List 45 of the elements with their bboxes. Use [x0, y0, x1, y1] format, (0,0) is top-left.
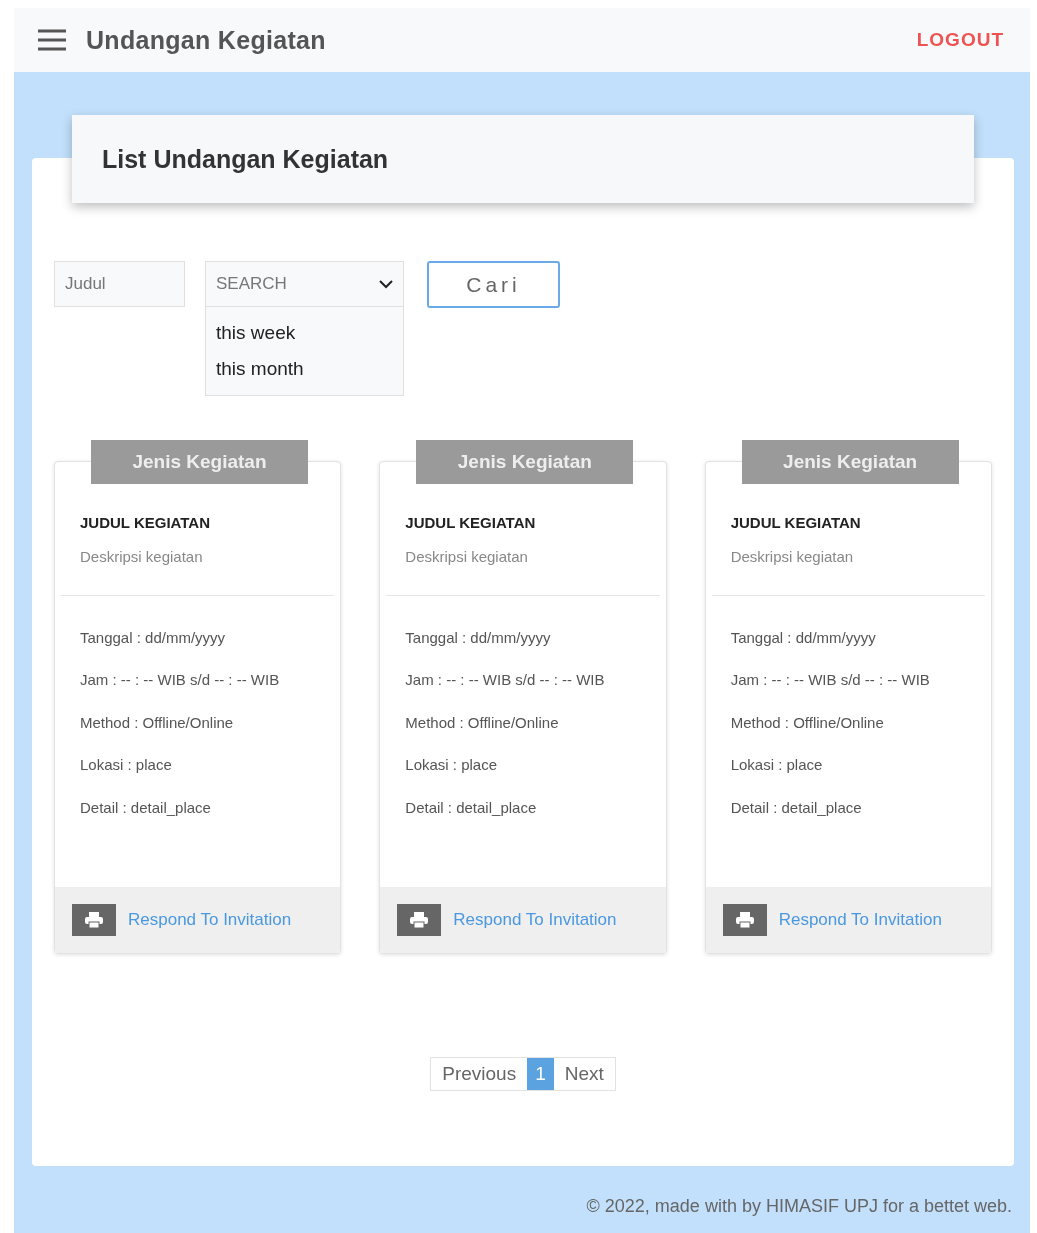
search-button[interactable]: Cari — [427, 261, 560, 308]
event-detail: Lokasi : place — [80, 755, 173, 776]
print-button[interactable] — [722, 904, 767, 936]
app-title: Undangan Kegiatan — [86, 25, 327, 55]
printer-icon — [409, 911, 430, 929]
respond-link[interactable]: Respond To Invitation — [778, 910, 942, 930]
chevron-down-icon — [379, 279, 393, 289]
event-title: JUDUL KEGIATAN — [405, 514, 537, 531]
title-input-field[interactable]: Judul — [54, 261, 185, 307]
event-detail: Method : Offline/Online — [730, 712, 885, 733]
event-description: Deskripsi kegiatan — [730, 548, 855, 565]
menu-icon[interactable] — [38, 29, 66, 51]
event-detail: Detail : detail_place — [405, 797, 538, 818]
respond-link[interactable]: Respond To Invitation — [453, 910, 617, 930]
event-detail: Detail : detail_place — [80, 797, 212, 818]
event-detail: Jam : -- : -- WIB s/d -- : -- WIB — [80, 670, 281, 691]
event-description: Deskripsi kegiatan — [405, 548, 529, 565]
event-detail: Detail : detail_place — [730, 797, 863, 818]
print-button[interactable] — [397, 904, 442, 936]
category-label: Jenis Kegiatan — [91, 440, 308, 484]
page-link[interactable]: 1 — [527, 1058, 554, 1090]
footer-text: © 2022, made with by HIMASIF UPJ for a bettet web. — [585, 1195, 1013, 1217]
event-title: JUDUL KEGIATAN — [730, 514, 862, 531]
printer-icon — [734, 911, 755, 929]
respond-link[interactable]: Respond To Invitation — [128, 910, 292, 930]
event-detail: Method : Offline/Online — [80, 712, 235, 733]
category-label: Jenis Kegiatan — [416, 440, 634, 484]
event-detail: Tanggal : dd/mm/yyyy — [80, 627, 227, 648]
period-select[interactable]: SEARCH — [205, 261, 404, 307]
category-label: Jenis Kegiatan — [741, 440, 959, 484]
print-button[interactable] — [72, 904, 116, 936]
page-title-card: List Undangan Kegiatan — [72, 115, 974, 203]
dropdown-option[interactable]: this month — [206, 351, 403, 387]
event-detail: Tanggal : dd/mm/yyyy — [405, 627, 552, 648]
event-detail: Method : Offline/Online — [405, 712, 560, 733]
logout-link[interactable]: LOGOUT — [916, 29, 1004, 51]
event-detail: Jam : -- : -- WIB s/d -- : -- WIB — [730, 670, 931, 691]
event-description: Deskripsi kegiatan — [80, 548, 204, 565]
event-detail: Jam : -- : -- WIB s/d -- : -- WIB — [405, 670, 606, 691]
event-detail: Tanggal : dd/mm/yyyy — [730, 627, 877, 648]
event-detail: Lokasi : place — [405, 755, 499, 776]
event-title: JUDUL KEGIATAN — [80, 514, 211, 531]
event-detail: Lokasi : place — [730, 755, 824, 776]
printer-icon — [84, 911, 104, 929]
dropdown-option[interactable]: this week — [206, 315, 403, 351]
